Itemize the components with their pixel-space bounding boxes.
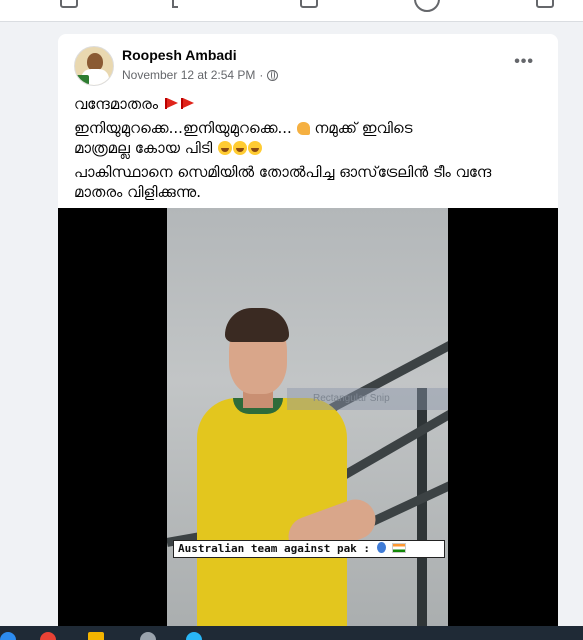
post-line-2: ഇനിയുമുറക്കെ...ഇനിയുമുറക്കെ... നമുക്ക് ഇ… [74, 118, 544, 138]
author-name[interactable]: Roopesh Ambadi [122, 47, 237, 63]
taskbar [0, 626, 583, 640]
india-flag-icon [392, 543, 407, 553]
post-line-2-text: ഇനിയുമുറക്കെ...ഇനിയുമുറക്കെ... [74, 119, 292, 137]
store-icon[interactable] [536, 0, 554, 8]
taskbar-app-icon[interactable] [0, 632, 16, 640]
taskbar-app-icon[interactable] [140, 632, 156, 640]
post-text: വന്ദേമാതരം ഇനിയുമുറക്കെ...ഇനിയുമുറക്കെ..… [74, 94, 544, 206]
flag-icon [164, 98, 179, 109]
divider-icon [172, 0, 178, 8]
post-timestamp[interactable]: November 12 at 2:54 PM [122, 68, 255, 82]
post-line-3-text: മാത്രമല്ല കോയ പിടി [74, 139, 213, 157]
flexed-biceps-icon [296, 122, 310, 135]
chrome-icon[interactable] [40, 632, 56, 640]
post-meta: November 12 at 2:54 PM · [122, 68, 279, 82]
post-card: Roopesh Ambadi November 12 at 2:54 PM · … [58, 34, 558, 640]
flag-icon [180, 98, 195, 109]
avatar[interactable] [74, 46, 114, 86]
folder-icon[interactable] [88, 632, 104, 640]
video-frame[interactable]: Rectangular Snip [167, 208, 448, 640]
video-caption: Australian team against pak : [173, 540, 445, 558]
taskbar-app-icon[interactable] [186, 632, 202, 640]
grinning-icon [233, 141, 248, 155]
post-line-4: പാകിസ്ഥാനെ സെമിയിൽ തോൽപിച്ച ഓസ്‌ട്രേലിൻ … [74, 162, 544, 202]
post-line-2b-text: നമുക്ക് ഇവിടെ [314, 119, 413, 137]
meta-separator: · [259, 68, 264, 82]
post-line-3: മാത്രമല്ല കോയ പിടി [74, 138, 544, 158]
video-caption-text: Australian team against pak : [178, 542, 371, 555]
top-nav-bar [0, 0, 583, 22]
post-line-1-text: വന്ദേമാതരം [74, 95, 159, 113]
balloon-icon [376, 542, 386, 553]
grinning-icon [248, 141, 263, 155]
post-line-4-text: പാകിസ്ഥാനെ സെമിയിൽ തോൽപിച്ച ഓസ്‌ട്രേലിൻ … [74, 163, 492, 201]
more-options-button[interactable]: ••• [514, 53, 534, 71]
grinning-icon [218, 141, 233, 155]
gaming-icon[interactable] [300, 0, 318, 8]
globe-icon [267, 69, 279, 81]
post-line-1: വന്ദേമാതരം [74, 94, 544, 114]
pages-icon[interactable] [60, 0, 78, 8]
profile-icon[interactable] [414, 0, 440, 12]
post-video[interactable]: Rectangular Snip Australian team against… [58, 208, 558, 640]
post-header: Roopesh Ambadi November 12 at 2:54 PM · … [58, 34, 558, 92]
snip-overlay: Rectangular Snip [287, 388, 448, 410]
